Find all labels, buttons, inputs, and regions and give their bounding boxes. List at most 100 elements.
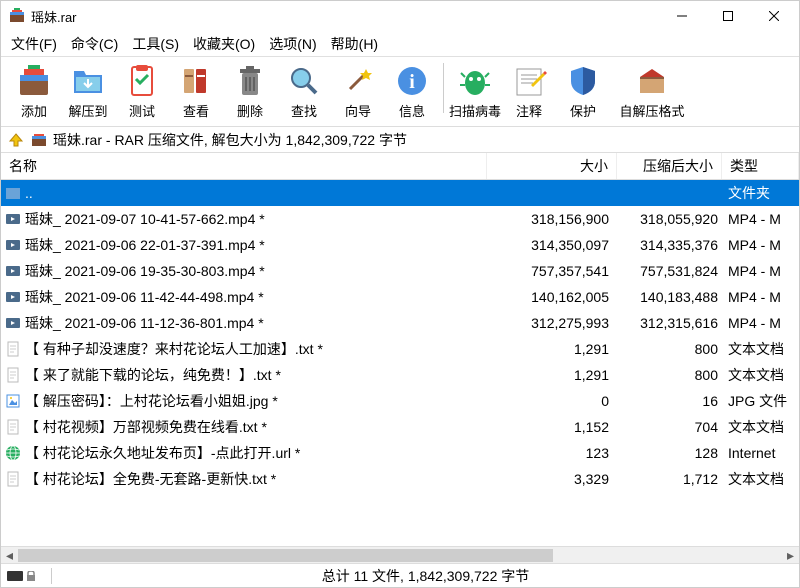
file-size: 312,275,993: [487, 315, 617, 331]
delete-button[interactable]: 删除: [223, 61, 277, 122]
col-header-type[interactable]: 类型: [722, 153, 799, 179]
file-type: MP4 - M: [722, 211, 799, 227]
file-packed-size: 314,335,376: [617, 237, 722, 253]
file-row[interactable]: 【 有种子却没速度？来村花论坛人工加速】.txt *1,291800文本文档: [1, 336, 799, 362]
menu-options[interactable]: 选项(N): [263, 32, 322, 56]
add-button[interactable]: 添加: [7, 61, 61, 122]
file-packed-size: 800: [617, 367, 722, 383]
file-row[interactable]: 【 村花论坛永久地址发布页】-点此打开.url *123128Internet: [1, 440, 799, 466]
file-packed-size: 757,531,824: [617, 263, 722, 279]
view-icon: [178, 63, 214, 99]
file-type: 文件夹: [722, 183, 799, 203]
file-type: MP4 - M: [722, 263, 799, 279]
file-row[interactable]: 【 村花视频】万部视频免费在线看.txt *1,152704文本文档: [1, 414, 799, 440]
folder-icon: [5, 185, 21, 201]
file-size: 140,162,005: [487, 289, 617, 305]
file-row[interactable]: 瑶妹_ 2021-09-06 19-35-30-803.mp4 *757,357…: [1, 258, 799, 284]
find-button[interactable]: 查找: [277, 61, 331, 122]
scroll-right-button[interactable]: ▸: [782, 547, 799, 564]
file-row[interactable]: 瑶妹_ 2021-09-07 10-41-57-662.mp4 *318,156…: [1, 206, 799, 232]
file-row[interactable]: 瑶妹_ 2021-09-06 11-42-44-498.mp4 *140,162…: [1, 284, 799, 310]
list-header: 名称 大小 压缩后大小 类型: [1, 153, 799, 180]
test-button[interactable]: 测试: [115, 61, 169, 122]
minimize-button[interactable]: [659, 1, 705, 31]
menu-commands[interactable]: 命令(C): [65, 32, 124, 56]
scroll-track[interactable]: [18, 547, 782, 563]
delete-icon: [232, 63, 268, 99]
wizard-button[interactable]: 向导: [331, 61, 385, 122]
up-button[interactable]: [7, 131, 25, 149]
find-label: 查找: [291, 101, 317, 120]
file-type: JPG 文件: [722, 391, 799, 411]
file-size: 123: [487, 445, 617, 461]
parent-folder-row[interactable]: .. 文件夹: [1, 180, 799, 206]
file-name: 【 解压密码】：上村花论坛看小姐姐.jpg *: [25, 391, 487, 411]
protect-icon: [565, 63, 601, 99]
wizard-icon: [340, 63, 376, 99]
file-size: 1,291: [487, 341, 617, 357]
file-name: 瑶妹_ 2021-09-06 22-01-37-391.mp4 *: [25, 235, 487, 255]
file-row[interactable]: 瑶妹_ 2021-09-06 22-01-37-391.mp4 *314,350…: [1, 232, 799, 258]
file-row[interactable]: 瑶妹_ 2021-09-06 11-12-36-801.mp4 *312,275…: [1, 310, 799, 336]
view-button[interactable]: 查看: [169, 61, 223, 122]
titlebar: 瑶妹.rar: [1, 1, 799, 31]
file-packed-size: 800: [617, 341, 722, 357]
video-icon: [5, 237, 21, 253]
image-icon: [5, 393, 21, 409]
video-icon: [5, 211, 21, 227]
horizontal-scrollbar[interactable]: ◂ ▸: [1, 546, 799, 563]
scan-label: 扫描病毒: [449, 101, 501, 120]
file-packed-size: 1,712: [617, 471, 722, 487]
file-packed-size: 140,183,488: [617, 289, 722, 305]
menu-help[interactable]: 帮助(H): [325, 32, 384, 56]
file-size: 757,357,541: [487, 263, 617, 279]
path-text[interactable]: 瑶妹.rar - RAR 压缩文件, 解包大小为 1,842,309,722 字…: [53, 130, 407, 150]
file-name: 【 村花视频】万部视频免费在线看.txt *: [25, 417, 487, 437]
window-title: 瑶妹.rar: [31, 7, 659, 26]
file-name: 瑶妹_ 2021-09-06 11-12-36-801.mp4 *: [25, 313, 487, 333]
menu-tools[interactable]: 工具(S): [126, 32, 185, 56]
scroll-left-button[interactable]: ◂: [1, 547, 18, 564]
protect-label: 保护: [570, 101, 596, 120]
file-name: ..: [25, 185, 487, 201]
col-header-name[interactable]: 名称: [1, 153, 487, 179]
file-name: 【 来了就能下载的论坛，纯免费！】.txt *: [25, 365, 487, 385]
file-size: 0: [487, 393, 617, 409]
video-icon: [5, 315, 21, 331]
view-label: 查看: [183, 101, 209, 120]
pathbar: 瑶妹.rar - RAR 压缩文件, 解包大小为 1,842,309,722 字…: [1, 127, 799, 153]
col-header-packed[interactable]: 压缩后大小: [617, 153, 722, 179]
file-name: 瑶妹_ 2021-09-06 11-42-44-498.mp4 *: [25, 287, 487, 307]
svg-text:i: i: [409, 71, 415, 93]
info-button[interactable]: i 信息: [385, 61, 439, 122]
comment-label: 注释: [516, 101, 542, 120]
wizard-label: 向导: [345, 101, 371, 120]
app-icon: [9, 8, 25, 24]
close-button[interactable]: [751, 1, 797, 31]
extract-button[interactable]: 解压到: [61, 61, 115, 122]
statusbar: 总计 11 文件, 1,842,309,722 字节: [1, 563, 799, 587]
file-row[interactable]: 【 来了就能下载的论坛，纯免费！】.txt *1,291800文本文档: [1, 362, 799, 388]
menu-favorites[interactable]: 收藏夹(O): [187, 32, 261, 56]
menubar: 文件(F) 命令(C) 工具(S) 收藏夹(O) 选项(N) 帮助(H): [1, 31, 799, 57]
scroll-thumb[interactable]: [18, 549, 553, 562]
file-name: 【 村花论坛永久地址发布页】-点此打开.url *: [25, 443, 487, 463]
status-text: 总计 11 文件, 1,842,309,722 字节: [52, 566, 799, 586]
menu-file[interactable]: 文件(F): [5, 32, 63, 56]
comment-button[interactable]: 注释: [502, 61, 556, 122]
text-icon: [5, 367, 21, 383]
file-packed-size: 704: [617, 419, 722, 435]
file-row[interactable]: 【 解压密码】：上村花论坛看小姐姐.jpg *016JPG 文件: [1, 388, 799, 414]
col-header-size[interactable]: 大小: [487, 153, 617, 179]
file-row[interactable]: 【 村花论坛】全免费-无套路-更新快.txt *3,3291,712文本文档: [1, 466, 799, 492]
text-icon: [5, 419, 21, 435]
file-type: MP4 - M: [722, 237, 799, 253]
lock-icon: [25, 571, 37, 581]
protect-button[interactable]: 保护: [556, 61, 610, 122]
sfx-button[interactable]: 自解压格式: [610, 61, 694, 122]
scan-button[interactable]: 扫描病毒: [448, 61, 502, 122]
info-icon: i: [394, 63, 430, 99]
file-packed-size: 128: [617, 445, 722, 461]
maximize-button[interactable]: [705, 1, 751, 31]
file-type: MP4 - M: [722, 289, 799, 305]
